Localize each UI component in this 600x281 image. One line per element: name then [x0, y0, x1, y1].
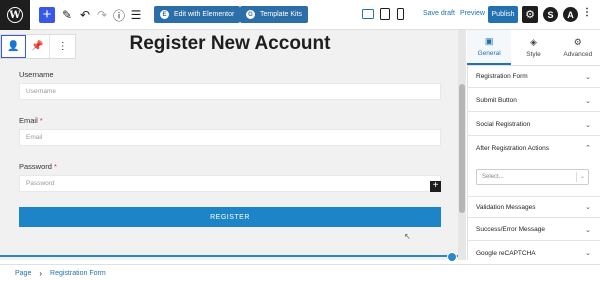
- edit-with-elementor-button[interactable]: E Edit with Elementor: [154, 6, 241, 23]
- breadcrumb-current[interactable]: Registration Form: [50, 270, 106, 277]
- section-submit-button[interactable]: Submit Button ⌄: [467, 90, 600, 112]
- mouse-cursor-icon: ↖: [404, 232, 411, 241]
- settings-gear-icon[interactable]: ⚙: [522, 6, 538, 23]
- email-label: Email *: [19, 116, 43, 125]
- breadcrumb: Page › Registration Form: [0, 264, 600, 281]
- section-google-recaptcha[interactable]: Google reCAPTCHA ⌄: [467, 242, 600, 264]
- section-after-registration-actions[interactable]: After Registration Actions ⌃: [467, 137, 600, 159]
- info-icon[interactable]: ⓘ: [111, 7, 127, 23]
- plugin-a-icon[interactable]: A: [563, 7, 578, 22]
- section-social-registration[interactable]: Social Registration ⌄: [467, 114, 600, 136]
- password-field[interactable]: Password: [19, 175, 441, 192]
- chevron-up-icon: ⌃: [585, 145, 591, 152]
- required-mark: *: [39, 116, 43, 125]
- section-registration-form[interactable]: Registration Form ⌄: [467, 66, 600, 88]
- required-mark: *: [53, 162, 57, 171]
- username-field[interactable]: Username: [19, 83, 441, 100]
- wordpress-icon: W: [7, 7, 23, 23]
- gear-icon: ⚙: [573, 37, 582, 47]
- undo-icon[interactable]: ↶: [77, 7, 93, 23]
- add-block-button[interactable]: +: [39, 7, 55, 23]
- block-separator: [0, 255, 460, 257]
- drag-handle[interactable]: [447, 252, 457, 262]
- after-registration-select[interactable]: Select... ⌄: [476, 169, 589, 185]
- editor-topbar: W + ✎ ↶ ↷ ⓘ ☰ E Edit with Elementor G Te…: [0, 0, 600, 30]
- mobile-view-icon[interactable]: [397, 8, 404, 20]
- general-icon: ▣: [484, 36, 494, 46]
- section-success-error-message[interactable]: Success/Error Message ⌄: [467, 219, 600, 241]
- redo-icon[interactable]: ↷: [94, 7, 110, 23]
- tab-advanced[interactable]: ⚙ Advanced: [556, 30, 600, 65]
- template-kits-label: Template Kits: [260, 11, 303, 18]
- template-kits-button[interactable]: G Template Kits: [240, 6, 309, 23]
- username-label: Username: [19, 70, 54, 79]
- password-label: Password *: [19, 162, 57, 171]
- pencil-tool-icon[interactable]: ✎: [59, 7, 75, 23]
- chevron-down-icon: ⌄: [575, 172, 585, 182]
- scrollbar-thumb[interactable]: [459, 84, 465, 213]
- chevron-down-icon: ⌄: [585, 73, 591, 81]
- plugin-s-icon[interactable]: S: [543, 7, 558, 22]
- more-options-icon[interactable]: ⋮: [582, 7, 592, 18]
- form-title: Register New Account: [129, 33, 331, 54]
- tab-style[interactable]: ◈ Style: [511, 30, 555, 65]
- chevron-down-icon: ⌄: [585, 204, 591, 211]
- edit-with-elementor-label: Edit with Elementor: [174, 11, 235, 18]
- elementor-icon: E: [160, 10, 169, 19]
- chevron-down-icon: ⌄: [585, 121, 591, 129]
- chevron-down-icon: ⌄: [585, 226, 591, 234]
- sidebar-tabs: ▣ General ◈ Style ⚙ Advanced: [467, 30, 600, 66]
- desktop-view-icon[interactable]: [362, 9, 374, 19]
- preview-button[interactable]: Preview: [460, 10, 485, 17]
- email-field[interactable]: Email: [19, 129, 441, 146]
- wordpress-logo[interactable]: W: [0, 0, 30, 30]
- publish-button[interactable]: Publish: [488, 6, 518, 23]
- section-validation-messages[interactable]: Validation Messages ⌄: [467, 196, 600, 218]
- chevron-down-icon: ⌄: [585, 250, 591, 257]
- style-icon: ◈: [530, 37, 537, 47]
- register-button[interactable]: REGISTER: [19, 207, 441, 227]
- template-kits-icon: G: [246, 10, 255, 19]
- chevron-down-icon: ⌄: [585, 97, 591, 105]
- chevron-right-icon: ›: [39, 268, 43, 278]
- list-view-icon[interactable]: ☰: [128, 7, 144, 23]
- save-draft-button[interactable]: Save draft: [423, 10, 455, 17]
- add-block-inline-icon[interactable]: +: [430, 181, 441, 192]
- breadcrumb-page[interactable]: Page: [15, 270, 31, 277]
- tablet-view-icon[interactable]: [380, 8, 390, 20]
- tab-general[interactable]: ▣ General: [467, 30, 512, 65]
